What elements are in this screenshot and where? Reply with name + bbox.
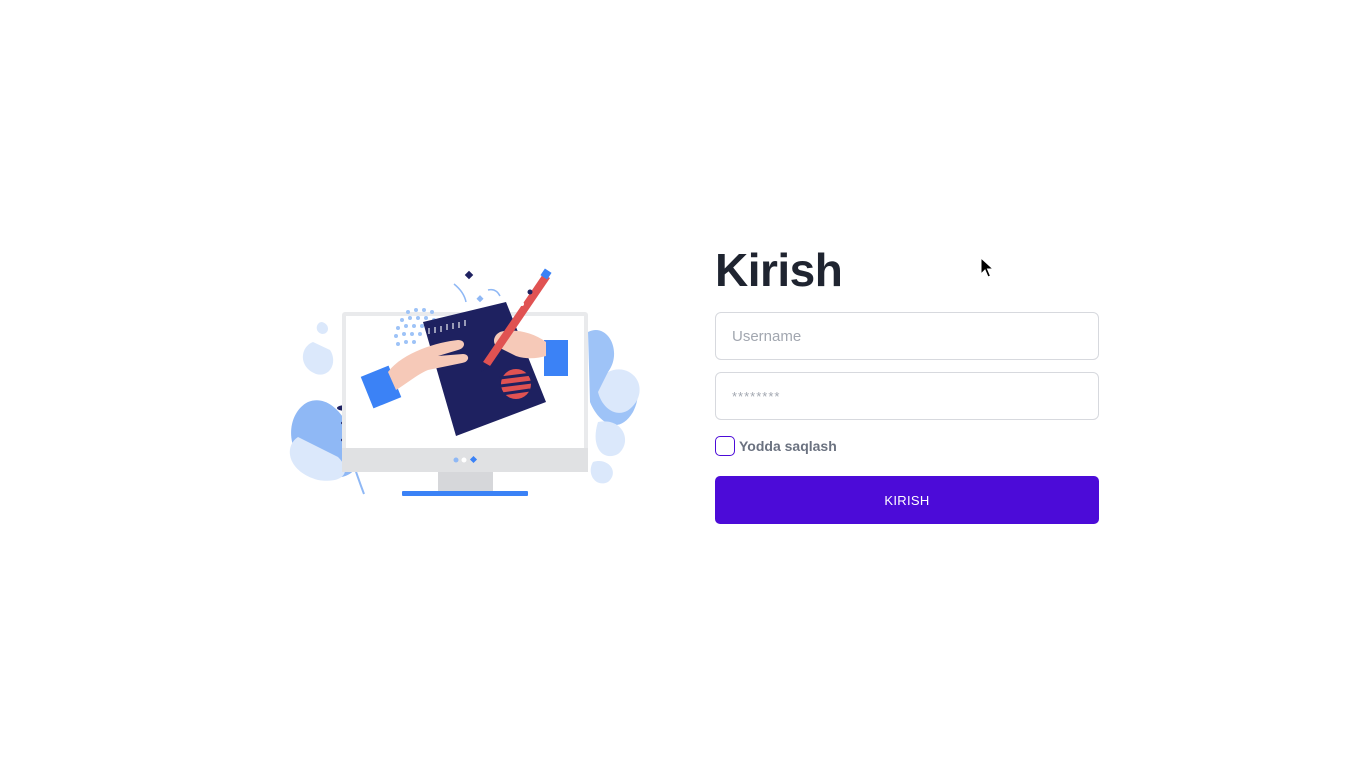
mouse-pointer-icon	[980, 256, 995, 279]
remember-me-option[interactable]: Yodda saqlash	[715, 436, 1099, 456]
remember-me-label: Yodda saqlash	[739, 438, 837, 454]
remember-me-checkbox[interactable]	[715, 436, 735, 456]
login-submit-button[interactable]: KIRISH	[715, 476, 1099, 524]
computer-signing-illustration	[289, 268, 640, 496]
login-title: Kirish	[715, 244, 843, 296]
login-form: Kirish Yodda saqlash KIRISH	[715, 240, 1099, 524]
username-input[interactable]	[715, 312, 1099, 360]
login-illustration	[278, 262, 646, 502]
password-input[interactable]	[715, 372, 1099, 420]
login-page: Kirish Yodda saqlash KIRISH	[0, 0, 1366, 768]
